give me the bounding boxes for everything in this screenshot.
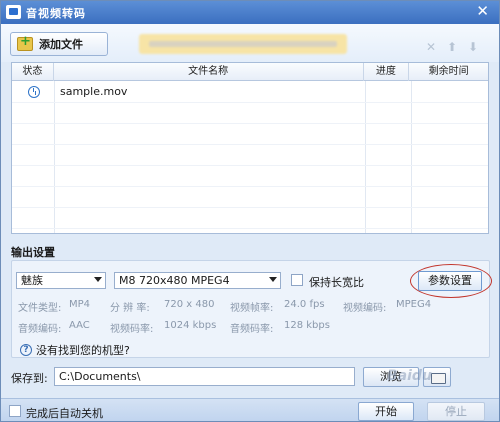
keep-ratio-checkbox[interactable] [291, 274, 303, 286]
column-remaining[interactable]: 剩余时间 [409, 63, 488, 81]
chevron-down-icon [94, 277, 102, 282]
title-bar: 音视频转码 ✕ [1, 1, 499, 24]
clock-icon [28, 86, 40, 98]
audio-codec-value: AAC [69, 320, 90, 331]
table-row[interactable]: sample.mov [12, 82, 488, 103]
video-bitrate-value: 1024 kbps [164, 320, 217, 331]
video-codec-label: 视频编码: [343, 303, 387, 314]
video-fps-label: 视频帧率: [230, 303, 274, 314]
close-icon[interactable]: ✕ [426, 40, 436, 54]
column-filename[interactable]: 文件名称 [54, 63, 364, 81]
add-file-label: 添加文件 [39, 38, 83, 51]
resolution-value: 720 x 480 [164, 299, 215, 310]
arrow-down-icon[interactable]: ⬇ [468, 40, 478, 54]
file-list-header: 状态 文件名称 进度 剩余时间 [12, 63, 488, 81]
file-type-value: MP4 [69, 299, 91, 310]
stop-button[interactable]: 停止 [427, 402, 485, 421]
help-link[interactable]: ? 没有找到您的机型? [20, 342, 130, 358]
arrow-up-icon[interactable]: ⬆ [447, 40, 457, 54]
video-codec-value: MPEG4 [396, 299, 432, 310]
audio-codec-label: 音频编码: [18, 324, 62, 335]
column-progress[interactable]: 进度 [364, 63, 410, 81]
brand-value: 魅族 [21, 274, 43, 287]
output-settings-panel: 魅族 M8 720x480 MPEG4 保持长宽比 参数设置 文件类型: MP4… [11, 260, 492, 358]
start-button[interactable]: 开始 [358, 402, 414, 421]
file-type-label: 文件类型: [18, 303, 62, 314]
param-settings-button[interactable]: 参数设置 [418, 271, 482, 291]
question-icon: ? [20, 344, 32, 356]
audio-bitrate-value: 128 kbps [284, 320, 330, 331]
file-name: sample.mov [60, 85, 128, 98]
add-file-button[interactable]: 添加文件 [10, 32, 108, 56]
resolution-label: 分 辨 率: [110, 303, 150, 314]
bottom-bar: 完成后自动关机 开始 停止 [1, 398, 499, 421]
audio-bitrate-label: 音频码率: [230, 324, 274, 335]
column-status[interactable]: 状态 [12, 63, 54, 81]
chevron-down-icon [269, 277, 277, 282]
watermark: Baidu [387, 368, 432, 384]
help-text: 没有找到您的机型? [36, 344, 130, 357]
window-title: 音视频转码 [26, 7, 86, 20]
auto-shutdown-label: 完成后自动关机 [26, 407, 103, 420]
save-path-input[interactable]: C:\Documents\ [54, 367, 355, 386]
close-icon[interactable]: ✕ [476, 2, 489, 20]
video-fps-value: 24.0 fps [284, 299, 325, 310]
add-folder-icon [17, 34, 33, 51]
keep-ratio-label: 保持长宽比 [309, 276, 364, 289]
video-bitrate-label: 视频码率: [110, 324, 154, 335]
transcode-window: 音视频转码 ✕ 添加文件 ✕ ⬆ ⬇ 状态 文件名称 进度 剩余时间 sampl… [0, 0, 500, 422]
auto-shutdown-checkbox[interactable] [9, 405, 21, 417]
model-select[interactable]: M8 720x480 MPEG4 [114, 272, 281, 289]
toolbar: 添加文件 ✕ ⬆ ⬇ [1, 24, 499, 62]
brand-select[interactable]: 魅族 [16, 272, 106, 289]
output-settings-label: 输出设置 [11, 246, 55, 259]
file-list[interactable]: 状态 文件名称 进度 剩余时间 sample.mov [11, 62, 489, 234]
app-icon [6, 5, 21, 19]
save-to-label: 保存到: [11, 372, 48, 385]
blurred-banner [139, 34, 347, 54]
model-value: M8 720x480 MPEG4 [119, 274, 230, 287]
